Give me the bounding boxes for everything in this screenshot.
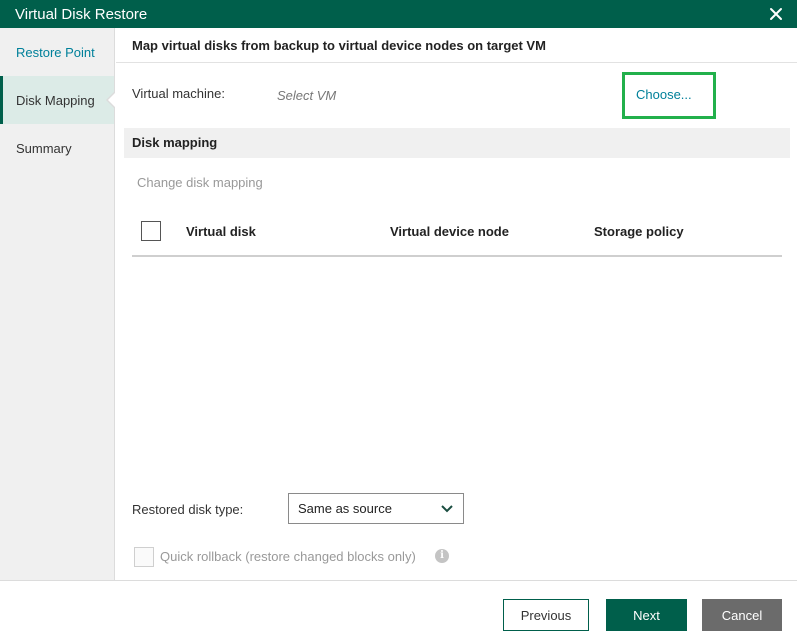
virtual-disk-restore-dialog: Virtual Disk Restore Restore Point Disk … — [0, 0, 797, 644]
page-title: Map virtual disks from backup to virtual… — [116, 28, 797, 63]
virtual-machine-label: Virtual machine: — [132, 86, 225, 101]
next-button[interactable]: Next — [606, 599, 687, 631]
disk-mapping-section-title: Disk mapping — [124, 128, 790, 158]
disk-table-header: Virtual disk Virtual device node Storage… — [132, 216, 782, 257]
change-disk-mapping-link[interactable]: Change disk mapping — [137, 175, 263, 190]
window-title: Virtual Disk Restore — [15, 5, 148, 23]
wizard-footer: Previous Next Cancel — [0, 580, 797, 644]
restored-disk-type-value: Same as source — [298, 501, 392, 516]
quick-rollback-label: Quick rollback (restore changed blocks o… — [160, 549, 416, 564]
sidebar-item-disk-mapping[interactable]: Disk Mapping — [0, 76, 115, 124]
restored-disk-type-select[interactable]: Same as source — [288, 493, 464, 524]
virtual-machine-value: Select VM — [277, 88, 337, 103]
previous-button[interactable]: Previous — [503, 599, 589, 631]
wizard-sidebar: Restore Point Disk Mapping Summary — [0, 28, 115, 580]
close-icon[interactable] — [765, 3, 787, 25]
main-panel: Map virtual disks from backup to virtual… — [116, 28, 797, 580]
info-icon[interactable]: i — [435, 549, 449, 563]
sidebar-item-label: Restore Point — [16, 44, 95, 60]
sidebar-item-restore-point[interactable]: Restore Point — [0, 28, 114, 76]
column-virtual-disk[interactable]: Virtual disk — [186, 224, 256, 239]
sidebar-item-label: Summary — [16, 140, 72, 156]
choose-vm-link[interactable]: Choose... — [636, 87, 692, 102]
cancel-button[interactable]: Cancel — [702, 599, 782, 631]
select-all-checkbox[interactable] — [141, 221, 161, 241]
chevron-down-icon — [441, 501, 453, 516]
sidebar-item-summary[interactable]: Summary — [0, 124, 114, 172]
restored-disk-type-label: Restored disk type: — [132, 502, 244, 517]
sidebar-item-label: Disk Mapping — [16, 92, 95, 108]
column-virtual-device-node[interactable]: Virtual device node — [390, 224, 509, 239]
column-storage-policy[interactable]: Storage policy — [594, 224, 684, 239]
quick-rollback-checkbox[interactable] — [134, 547, 154, 567]
title-bar: Virtual Disk Restore — [0, 0, 797, 28]
